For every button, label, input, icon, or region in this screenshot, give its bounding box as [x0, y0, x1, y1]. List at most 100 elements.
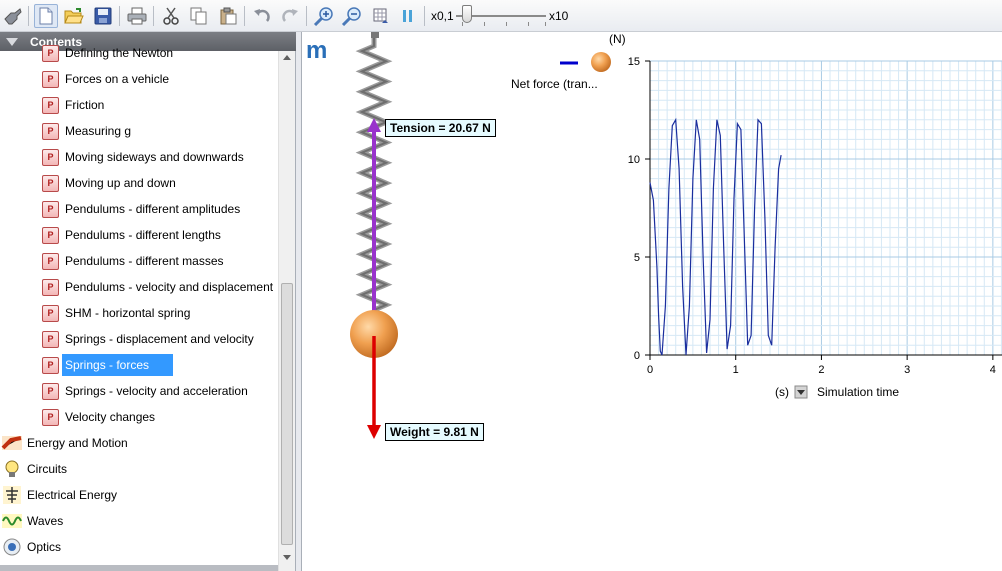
circuits-icon [1, 458, 23, 480]
lesson-item[interactable]: P Velocity changes [38, 405, 155, 429]
lesson-label: Moving up and down [65, 176, 176, 190]
lesson-icon: P [42, 226, 59, 244]
legend-mass-icon [591, 52, 611, 72]
pause-icon[interactable] [396, 4, 420, 28]
lesson-icon: P [42, 96, 59, 114]
vertical-scrollbar[interactable] [278, 51, 295, 571]
x-tick-label: 0 [647, 364, 653, 376]
redo-icon[interactable] [278, 4, 302, 28]
y-tick-label: 15 [628, 56, 640, 68]
category-label: Electrical Energy [27, 488, 118, 502]
lesson-item[interactable]: P Pendulums - different amplitudes [38, 197, 240, 221]
y-tick-label: 0 [634, 350, 640, 362]
x-axis-title: Simulation time [817, 385, 900, 399]
category-item[interactable]: Energy and Motion [1, 431, 128, 455]
lesson-item[interactable]: P Moving up and down [38, 171, 176, 195]
scroll-thumb[interactable] [281, 283, 293, 545]
lesson-icon: P [42, 304, 59, 322]
x-axis-unit: (s) [775, 385, 789, 399]
lesson-label: Pendulums - velocity and displacement [65, 280, 274, 294]
undo-icon[interactable] [250, 4, 274, 28]
category-item[interactable]: Circuits [1, 457, 67, 481]
lesson-item[interactable]: P Springs - velocity and acceleration [38, 379, 248, 403]
lesson-icon: P [42, 122, 59, 140]
lesson-item[interactable]: P Friction [38, 93, 104, 117]
horizontal-scrollbar[interactable] [0, 565, 278, 571]
contents-panel: Contents P Defining the Newton P Forces on … [0, 32, 296, 571]
lesson-label: Springs - forces [62, 354, 174, 376]
lesson-item[interactable]: P Pendulums - velocity and displacement [38, 275, 273, 299]
spring-mount [371, 32, 379, 38]
cut-icon[interactable] [159, 4, 183, 28]
open-folder-icon[interactable] [62, 4, 86, 28]
save-icon[interactable] [91, 4, 115, 28]
app-logo: m [306, 37, 327, 64]
lesson-label: Friction [65, 98, 105, 112]
optics-icon [1, 536, 23, 558]
copy-icon[interactable] [187, 4, 211, 28]
x-tick-label: 3 [904, 364, 910, 376]
tools-icon[interactable] [1, 4, 25, 28]
lesson-label: Springs - displacement and velocity [65, 332, 254, 346]
lesson-item[interactable]: P Defining the Newton [38, 41, 173, 65]
lesson-label: SHM - horizontal spring [65, 306, 191, 320]
collapse-icon[interactable] [6, 38, 18, 46]
category-label: Waves [27, 514, 64, 528]
speed-max-label: x10 [549, 9, 569, 23]
lesson-label: Springs - velocity and acceleration [65, 384, 248, 398]
lesson-item[interactable]: P Moving sideways and downwards [38, 145, 244, 169]
lesson-item[interactable]: P Springs - displacement and velocity [38, 327, 254, 351]
lesson-label: Forces on a vehicle [65, 72, 170, 86]
category-label: Energy and Motion [27, 436, 128, 450]
speed-slider-thumb[interactable] [462, 5, 472, 23]
new-document-icon[interactable] [34, 4, 58, 28]
y-axis-unit: (N) [609, 32, 626, 46]
category-item[interactable]: Electrical Energy [1, 483, 117, 507]
lesson-label: Pendulums - different lengths [65, 228, 221, 242]
category-label: Circuits [27, 462, 68, 476]
lesson-icon: P [42, 330, 59, 348]
lesson-label: Pendulums - different masses [65, 254, 224, 268]
lesson-icon: P [42, 148, 59, 166]
x-tick-label: 4 [990, 364, 996, 376]
category-item[interactable]: Optics [1, 535, 61, 559]
lesson-icon: P [42, 200, 59, 218]
weight-arrowhead [367, 425, 381, 439]
lesson-label: Velocity changes [65, 410, 156, 424]
lesson-item[interactable]: P Springs - forces [38, 353, 174, 377]
lesson-label: Pendulums - different amplitudes [65, 202, 241, 216]
simulation-canvas: m 0 5 10 15 0 1 2 3 4 [306, 32, 1002, 439]
paste-icon[interactable] [216, 4, 240, 28]
x-tick-label: 2 [818, 364, 824, 376]
lesson-item[interactable]: P SHM - horizontal spring [38, 301, 190, 325]
toolbar: x0,1 x10 [0, 0, 1002, 32]
lesson-item[interactable]: P Pendulums - different masses [38, 249, 224, 273]
lesson-label: Measuring g [65, 124, 132, 138]
lesson-icon: P [42, 408, 59, 426]
lesson-icon: P [42, 382, 59, 400]
category-item[interactable]: Waves [1, 509, 63, 533]
lesson-icon: P [42, 356, 59, 374]
lesson-item[interactable]: P Measuring g [38, 119, 131, 143]
category-label: Optics [27, 540, 62, 554]
lesson-icon: P [42, 70, 59, 88]
zoom-out-icon[interactable] [340, 4, 364, 28]
zoom-in-icon[interactable] [312, 4, 336, 28]
y-tick-label: 10 [628, 154, 640, 166]
lesson-icon: P [42, 252, 59, 270]
lesson-icon: P [42, 44, 59, 62]
grid-icon[interactable] [369, 4, 393, 28]
simulation-area: m 0 5 10 15 0 1 2 3 4 Tension = 20.67 N Weight =… [301, 32, 1002, 571]
print-icon[interactable] [125, 4, 149, 28]
lesson-item[interactable]: P Forces on a vehicle [38, 67, 169, 91]
electrical-energy-icon [1, 484, 23, 506]
weight-label: Weight = 9.81 N [385, 423, 484, 441]
tension-label: Tension = 20.67 N [385, 119, 496, 137]
lesson-item[interactable]: P Pendulums - different lengths [38, 223, 221, 247]
x-tick-label: 1 [733, 364, 739, 376]
force-graph[interactable]: 0 5 10 15 0 1 2 3 4 [628, 56, 1002, 376]
speed-min-label: x0,1 [431, 9, 454, 23]
energy-motion-icon [1, 432, 23, 454]
lesson-label: Defining the Newton [65, 46, 174, 60]
lesson-icon: P [42, 174, 59, 192]
